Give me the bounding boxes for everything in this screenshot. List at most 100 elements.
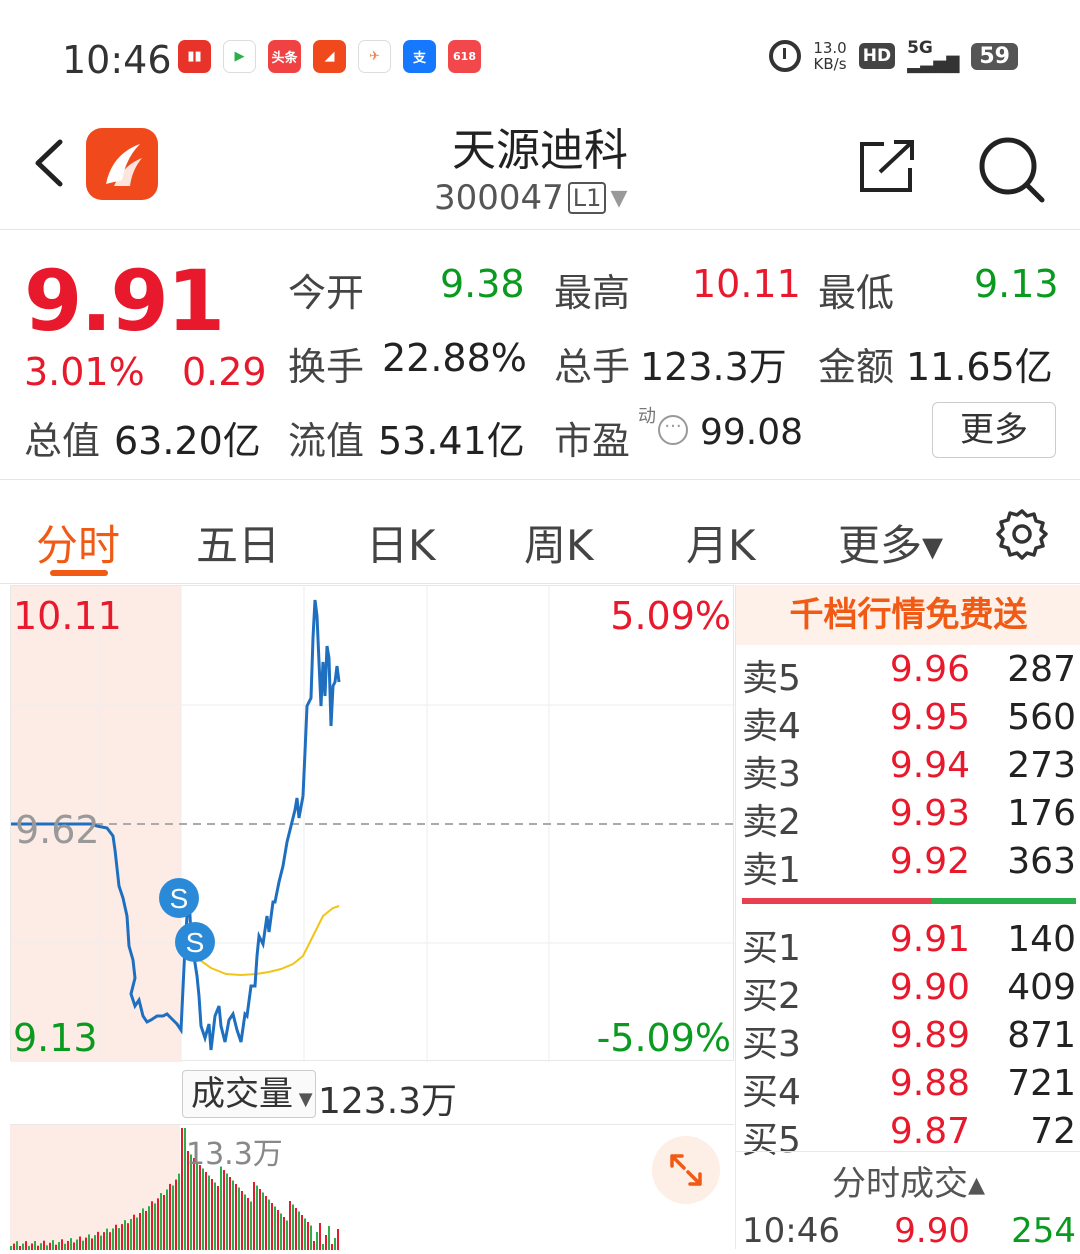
pct-down-axis-label: -5.09%: [596, 1016, 731, 1060]
volume-bar: [292, 1204, 294, 1250]
volume-bar: [64, 1243, 66, 1250]
stock-code-selector[interactable]: 300047 L1 ▼: [434, 178, 627, 218]
app5-icon: ✈: [358, 40, 391, 73]
tab-daily-k[interactable]: 日K: [366, 512, 436, 573]
volume-bar: [145, 1210, 147, 1250]
bid-label: 买3: [742, 1024, 801, 1065]
tab-weekly-k[interactable]: 周K: [524, 512, 594, 573]
volume-bar: [205, 1172, 207, 1250]
ask-volume: 176: [1007, 793, 1076, 834]
amount-label: 金额: [818, 345, 895, 389]
tab-more[interactable]: 更多▾: [838, 512, 943, 573]
level2-promo-banner[interactable]: 千档行情免费送: [736, 585, 1080, 645]
stock-header: 天源迪科 300047 L1 ▼: [0, 110, 1080, 230]
battery-icon: 59: [971, 42, 1018, 70]
volume-bar: [88, 1234, 90, 1250]
volume-bar: [298, 1211, 300, 1250]
mcap-value: 63.20亿: [114, 419, 261, 463]
status-time: 10:46: [62, 38, 172, 82]
volume-bar: [289, 1201, 291, 1250]
intraday-chart-svg: S S: [11, 586, 735, 1062]
notification-icons: ▮▮ ▶ 头条 ◢ ✈ 支 618: [178, 40, 481, 73]
volume-header: 成交量 ▼ 123.3万: [10, 1062, 734, 1124]
volume-bar: [256, 1185, 258, 1250]
volume-bar: [244, 1194, 246, 1250]
sell-marker-1-label: S: [170, 883, 189, 914]
open-label: 今开: [288, 271, 365, 315]
volume-max-label: 13.3万: [186, 1137, 283, 1172]
volume-bar: [148, 1206, 150, 1250]
volume-bar: [199, 1165, 201, 1250]
intraday-chart[interactable]: S S 10.11 9.62 9.13 5.09% -5.09%: [10, 585, 735, 1062]
bid-row-1: 买1 9.91 140: [742, 919, 1076, 969]
volume-bar: [202, 1168, 204, 1250]
alarm-icon: [769, 40, 802, 72]
indicator-selector[interactable]: 成交量 ▼: [182, 1070, 316, 1118]
volume-bar: [319, 1223, 321, 1250]
volume-bar: [106, 1228, 108, 1250]
expand-chart-button[interactable]: [652, 1136, 720, 1204]
tab-monthly-k[interactable]: 月K: [686, 512, 756, 573]
volume-bar: [334, 1238, 336, 1250]
tab-five-day[interactable]: 五日: [196, 512, 280, 573]
search-icon[interactable]: [976, 134, 1046, 204]
order-book: 千档行情免费送 卖5 9.96 287 卖4 9.95 560 卖3 9.94 …: [735, 585, 1080, 1251]
alipay-icon: 支: [403, 40, 436, 73]
volume-bar: [136, 1217, 138, 1250]
tick-volume: 254: [1011, 1211, 1076, 1251]
bid-row-2: 买2 9.90 409: [742, 967, 1076, 1017]
tab-intraday[interactable]: 分时: [36, 512, 120, 573]
more-dots-icon[interactable]: ···: [658, 415, 688, 445]
bid-label: 买4: [742, 1072, 801, 1113]
volume-chart[interactable]: 13.3万: [10, 1124, 734, 1250]
pe-label: 市盈: [554, 419, 631, 463]
more-button[interactable]: 更多: [932, 402, 1056, 458]
volume-bar: [316, 1232, 318, 1250]
volume-bar: [265, 1196, 267, 1250]
volume-chart-svg: [10, 1125, 339, 1250]
volume-bar: [172, 1185, 174, 1250]
sell-marker-2[interactable]: S: [175, 922, 215, 962]
volume-bar: [268, 1199, 270, 1250]
volume-bar: [328, 1226, 330, 1250]
app2-icon: ▶: [223, 40, 256, 73]
volume-bar: [142, 1208, 144, 1250]
volume-bar: [130, 1218, 132, 1250]
volume-bar: [226, 1173, 228, 1250]
low-label: 最低: [818, 271, 895, 315]
volume-bar: [13, 1243, 15, 1250]
settings-gear-icon[interactable]: [996, 508, 1048, 560]
bid-volume: 409: [1007, 967, 1076, 1008]
share-icon[interactable]: [858, 138, 916, 194]
high-label: 最高: [554, 271, 631, 315]
volume-bar: [154, 1203, 156, 1250]
volume-bar: [169, 1183, 171, 1250]
app1-icon: ▮▮: [178, 40, 211, 73]
sell-marker-1[interactable]: S: [159, 878, 199, 918]
volume-bar: [28, 1245, 30, 1250]
bid-row-3: 买3 9.89 871: [742, 1015, 1076, 1065]
volume-bar: [97, 1231, 99, 1250]
ask-row-3: 卖3 9.94 273: [742, 745, 1076, 795]
volume-bar: [211, 1179, 213, 1250]
tick-trades-toggle[interactable]: 分时成交▴: [736, 1151, 1080, 1211]
ask-volume: 560: [1007, 697, 1076, 738]
ask-volume: 273: [1007, 745, 1076, 786]
pe-dynamic-label: 动: [638, 406, 656, 427]
volume-bar: [70, 1238, 72, 1250]
ask-price: 9.92: [889, 841, 970, 882]
float-value: 53.41亿: [378, 419, 525, 463]
volume-bar: [250, 1201, 252, 1250]
volume-bar: [151, 1201, 153, 1250]
current-price: 9.91: [24, 252, 225, 350]
ask-row-4: 卖4 9.95 560: [742, 697, 1076, 747]
quote-panel: 9.91 3.01% 0.29 今开 9.38 最高 10.11 最低 9.13…: [0, 232, 1080, 480]
volume-bar: [241, 1191, 243, 1250]
high-price-axis-label: 10.11: [13, 594, 122, 638]
level-badge: L1: [567, 182, 607, 214]
bid-volume: 721: [1007, 1063, 1076, 1104]
ask-price: 9.94: [889, 745, 970, 786]
volume-bar: [139, 1213, 141, 1250]
volume-bar: [115, 1224, 117, 1250]
change-amount: 0.29: [182, 350, 267, 394]
